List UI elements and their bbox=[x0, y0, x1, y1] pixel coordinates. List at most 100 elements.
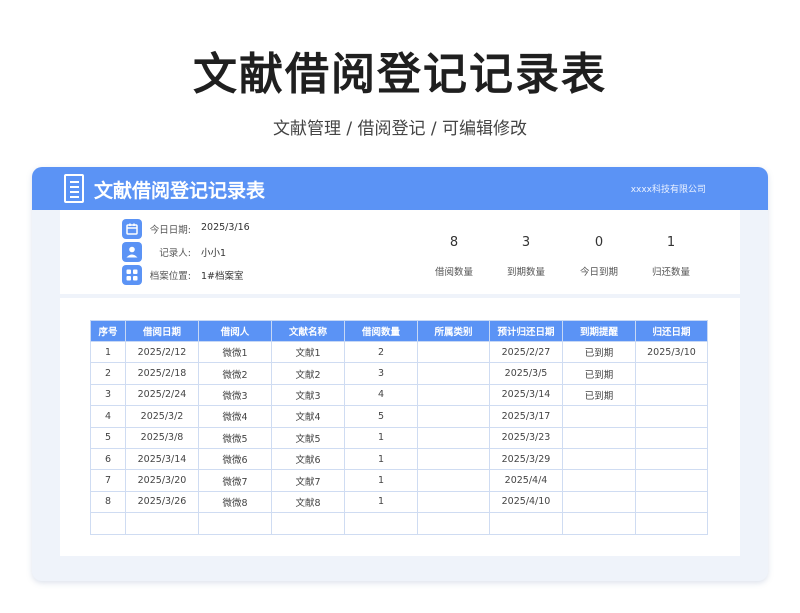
table-cell[interactable]: 微微3 bbox=[198, 383, 272, 407]
table-cell[interactable] bbox=[417, 405, 490, 428]
table-cell[interactable] bbox=[417, 426, 490, 449]
table-cell[interactable]: 文献2 bbox=[271, 362, 345, 385]
table-cell[interactable]: 1 bbox=[344, 447, 418, 471]
table-row[interactable]: 3 2025/2/24 微微3 文献3 4 2025/3/14 已到期 bbox=[90, 383, 708, 407]
table-cell[interactable]: 文献6 bbox=[271, 447, 345, 471]
table-cell[interactable]: 微微4 bbox=[198, 405, 272, 428]
table-cell[interactable] bbox=[635, 383, 708, 407]
table-cell[interactable]: 2025/3/14 bbox=[489, 383, 563, 407]
table-cell[interactable]: 2025/3/23 bbox=[489, 426, 563, 449]
table-cell[interactable]: 2025/3/8 bbox=[125, 426, 199, 449]
table-cell[interactable]: 4 bbox=[90, 405, 126, 428]
table-cell[interactable] bbox=[417, 362, 490, 385]
table-cell[interactable]: 已到期 bbox=[562, 340, 636, 364]
table-cell[interactable] bbox=[635, 447, 708, 471]
table-cell[interactable]: 1 bbox=[90, 340, 126, 364]
table-cell[interactable]: 2025/2/12 bbox=[125, 340, 199, 364]
table-cell[interactable] bbox=[562, 426, 636, 449]
table-cell[interactable]: 1 bbox=[344, 469, 418, 492]
table-cell[interactable]: 文献7 bbox=[271, 469, 345, 492]
table-cell[interactable] bbox=[489, 512, 563, 535]
table-row[interactable]: 8 2025/3/26 微微8 文献8 1 2025/4/10 bbox=[90, 490, 708, 514]
table-cell[interactable]: 文献3 bbox=[271, 383, 345, 407]
table-cell[interactable]: 已到期 bbox=[562, 362, 636, 385]
table-row[interactable] bbox=[90, 512, 708, 535]
table-row[interactable]: 1 2025/2/12 微微1 文献1 2 2025/2/27 已到期 2025/3/10 bbox=[90, 340, 708, 364]
table-cell[interactable] bbox=[635, 426, 708, 449]
table-cell[interactable]: 文献4 bbox=[271, 405, 345, 428]
table-row[interactable]: 5 2025/3/8 微微5 文献5 1 2025/3/23 bbox=[90, 426, 708, 449]
table-cell[interactable]: 2025/3/29 bbox=[489, 447, 563, 471]
table-cell[interactable] bbox=[635, 512, 708, 535]
table-cell[interactable] bbox=[90, 512, 126, 535]
table-cell[interactable] bbox=[125, 512, 199, 535]
table-cell[interactable] bbox=[562, 447, 636, 471]
table-cell[interactable]: 文献8 bbox=[271, 490, 345, 514]
table-cell[interactable]: 2025/3/2 bbox=[125, 405, 199, 428]
column-header: 序号 bbox=[90, 320, 126, 342]
table-cell[interactable]: 微微2 bbox=[198, 362, 272, 385]
table-cell[interactable]: 2025/4/10 bbox=[489, 490, 563, 514]
table-cell[interactable]: 5 bbox=[344, 405, 418, 428]
table-cell[interactable]: 5 bbox=[90, 426, 126, 449]
table-cell[interactable] bbox=[344, 512, 418, 535]
stat-label: 到期数量 bbox=[506, 267, 545, 278]
table-cell[interactable]: 微微6 bbox=[198, 447, 272, 471]
table-cell[interactable] bbox=[417, 340, 490, 364]
table-cell[interactable]: 已到期 bbox=[562, 383, 636, 407]
table-cell[interactable] bbox=[271, 512, 345, 535]
stat-value: 3 bbox=[521, 235, 531, 250]
table-cell[interactable]: 2025/3/5 bbox=[489, 362, 563, 385]
table-cell[interactable] bbox=[635, 405, 708, 428]
table-cell[interactable]: 2025/3/14 bbox=[125, 447, 199, 471]
table-cell[interactable]: 2025/3/17 bbox=[489, 405, 563, 428]
table-cell[interactable]: 1 bbox=[344, 490, 418, 514]
date-label: 今日日期: bbox=[149, 225, 191, 236]
table-row[interactable]: 6 2025/3/14 微微6 文献6 1 2025/3/29 bbox=[90, 447, 708, 471]
table-cell[interactable]: 2025/2/18 bbox=[125, 362, 199, 385]
table-cell[interactable]: 8 bbox=[90, 490, 126, 514]
calendar-icon bbox=[122, 219, 142, 239]
table-cell[interactable] bbox=[562, 469, 636, 492]
table-cell[interactable] bbox=[417, 490, 490, 514]
table-cell[interactable]: 2 bbox=[344, 340, 418, 364]
table-cell[interactable]: 6 bbox=[90, 447, 126, 471]
column-header: 归还日期 bbox=[635, 320, 708, 342]
table-cell[interactable]: 2025/3/10 bbox=[635, 340, 708, 364]
table-cell[interactable] bbox=[417, 447, 490, 471]
table-cell[interactable]: 微微5 bbox=[198, 426, 272, 449]
table-cell[interactable] bbox=[198, 512, 272, 535]
table-row[interactable]: 2 2025/2/18 微微2 文献2 3 2025/3/5 已到期 bbox=[90, 362, 708, 385]
table-cell[interactable]: 2 bbox=[90, 362, 126, 385]
column-header: 借阅日期 bbox=[125, 320, 199, 342]
table-row[interactable]: 4 2025/3/2 微微4 文献4 5 2025/3/17 bbox=[90, 405, 708, 428]
table-cell[interactable]: 3 bbox=[344, 362, 418, 385]
table-cell[interactable] bbox=[635, 362, 708, 385]
table-cell[interactable]: 3 bbox=[90, 383, 126, 407]
table-cell[interactable] bbox=[417, 469, 490, 492]
table-cell[interactable]: 2025/2/27 bbox=[489, 340, 563, 364]
recorder-value: 小小1 bbox=[201, 248, 227, 259]
table-cell[interactable] bbox=[562, 490, 636, 514]
table-cell[interactable]: 2025/3/26 bbox=[125, 490, 199, 514]
table-cell[interactable]: 1 bbox=[344, 426, 418, 449]
page-subtitle: 文献管理 / 借阅登记 / 可编辑修改 bbox=[272, 119, 528, 139]
table-cell[interactable] bbox=[417, 383, 490, 407]
table-cell[interactable] bbox=[635, 469, 708, 492]
table-cell[interactable] bbox=[562, 405, 636, 428]
table-cell[interactable]: 微微7 bbox=[198, 469, 272, 492]
table-cell[interactable] bbox=[417, 512, 490, 535]
info-panel: 今日日期: 2025/3/16 记录人: 小小1 档案位置: 1#档案室 8 借… bbox=[60, 210, 740, 294]
table-cell[interactable]: 7 bbox=[90, 469, 126, 492]
table-cell[interactable]: 4 bbox=[344, 383, 418, 407]
table-cell[interactable] bbox=[562, 512, 636, 535]
table-row[interactable]: 7 2025/3/20 微微7 文献7 1 2025/4/4 bbox=[90, 469, 708, 492]
table-cell[interactable]: 文献1 bbox=[271, 340, 345, 364]
table-cell[interactable]: 文献5 bbox=[271, 426, 345, 449]
table-cell[interactable]: 微微1 bbox=[198, 340, 272, 364]
table-cell[interactable]: 微微8 bbox=[198, 490, 272, 514]
table-cell[interactable] bbox=[635, 490, 708, 514]
table-cell[interactable]: 2025/3/20 bbox=[125, 469, 199, 492]
table-cell[interactable]: 2025/4/4 bbox=[489, 469, 563, 492]
table-cell[interactable]: 2025/2/24 bbox=[125, 383, 199, 407]
